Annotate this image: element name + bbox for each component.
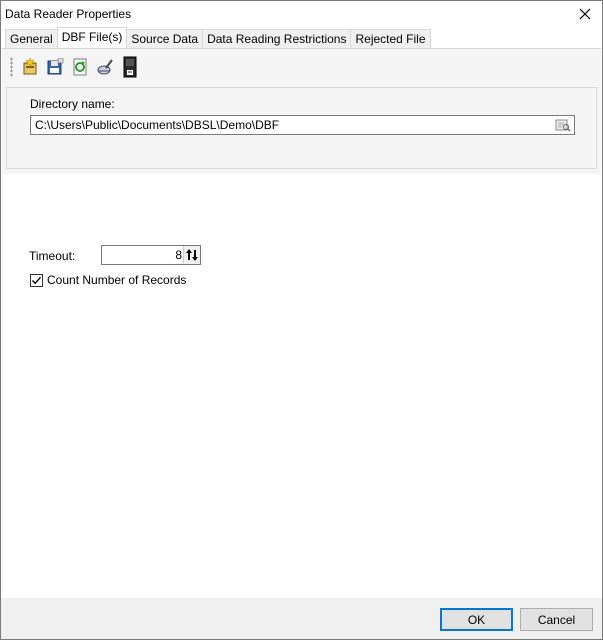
tab-dbf-files[interactable]: DBF File(s) [56, 27, 128, 48]
document-button[interactable] [119, 56, 141, 78]
count-records-checkbox[interactable] [30, 273, 43, 287]
directory-group: Directory name: [6, 87, 597, 169]
title-bar: Data Reader Properties [1, 1, 602, 27]
checkmark-icon [31, 276, 42, 284]
close-button[interactable] [568, 1, 602, 27]
clean-icon [97, 59, 113, 75]
clean-button[interactable] [94, 56, 116, 78]
toolbar [10, 55, 144, 79]
spin-arrows-icon [186, 249, 198, 261]
count-records-label: Count Number of Records [47, 273, 187, 287]
button-bar: OK Cancel [1, 598, 602, 639]
timeout-label: Timeout: [29, 249, 76, 263]
window-title: Data Reader Properties [5, 7, 132, 21]
timeout-spin-button[interactable] [183, 246, 200, 264]
count-records-row[interactable]: Count Number of Records [30, 273, 186, 287]
refresh-icon [73, 58, 87, 76]
cancel-button[interactable]: Cancel [520, 608, 593, 631]
new-icon [23, 58, 37, 75]
document-icon [123, 56, 137, 78]
refresh-button[interactable] [69, 56, 91, 78]
directory-name-label: Directory name: [30, 97, 115, 111]
data-reader-properties-dialog: Data Reader Properties General DBF File(… [0, 0, 603, 640]
browse-folder-icon [555, 119, 571, 132]
browse-directory-button[interactable] [554, 117, 572, 133]
tab-rejected-file[interactable]: Rejected File [350, 29, 431, 48]
directory-name-field[interactable] [30, 115, 575, 135]
close-icon [579, 8, 591, 20]
tab-data-reading-restrictions[interactable]: Data Reading Restrictions [202, 29, 352, 48]
dbf-files-panel: Directory name: Timeout: [2, 48, 601, 597]
toolbar-grip[interactable] [10, 57, 13, 77]
directory-name-input[interactable] [31, 116, 553, 134]
save-icon [47, 58, 64, 75]
ok-button[interactable]: OK [440, 608, 513, 631]
new-button[interactable] [19, 56, 41, 78]
options-area [2, 174, 601, 597]
tab-general[interactable]: General [5, 29, 58, 48]
tab-strip: General DBF File(s) Source Data Data Rea… [5, 27, 431, 48]
save-button[interactable] [44, 56, 66, 78]
timeout-input[interactable] [102, 246, 184, 264]
tab-source-data[interactable]: Source Data [126, 29, 204, 48]
timeout-stepper[interactable] [101, 245, 201, 265]
